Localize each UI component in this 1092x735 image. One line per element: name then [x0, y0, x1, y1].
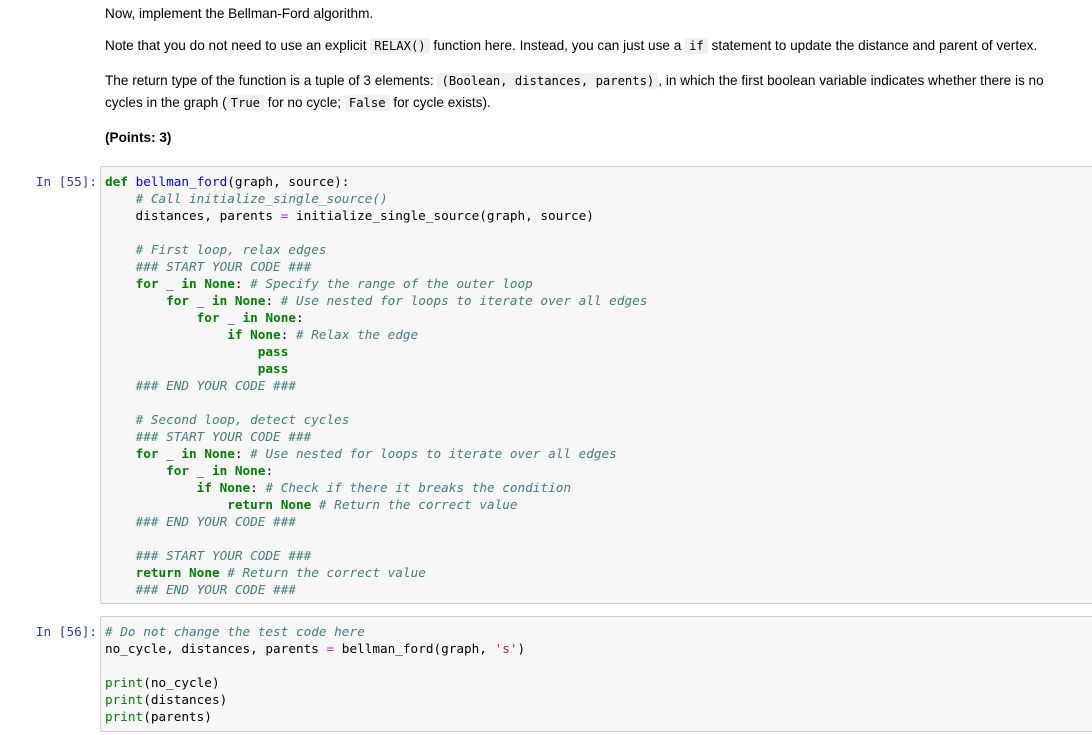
code-editor[interactable]: def bellman_ford(graph, source): # Call …: [101, 167, 1092, 604]
if-code: if: [685, 38, 708, 54]
intro-text: Now, implement the Bellman-Ford algorith…: [105, 6, 374, 21]
true-code: True: [226, 95, 265, 111]
cell-prompt-55: In [55]:: [35, 174, 97, 189]
note-paragraph: Note that you do not need to use an expl…: [105, 35, 1090, 57]
return-text-4: for cycle exists).: [389, 95, 491, 110]
code-cell-55[interactable]: def bellman_ford(graph, source): # Call …: [100, 166, 1092, 604]
markdown-cell: Now, implement the Bellman-Ford algorith…: [105, 3, 1085, 24]
return-text-1: The return type of the function is a tup…: [105, 73, 438, 88]
return-text-3: for no cycle;: [264, 95, 345, 110]
code-editor[interactable]: # Do not change the test code here no_cy…: [101, 617, 1092, 731]
note-text-3: statement to update the distance and par…: [707, 38, 1038, 53]
tuple-code: (Boolean, distances, parents): [437, 73, 659, 89]
note-text-1: Note that you do not need to use an expl…: [105, 38, 371, 53]
cell-prompt-56: In [56]:: [35, 624, 97, 639]
return-paragraph: The return type of the function is a tup…: [105, 70, 1085, 114]
false-code: False: [344, 95, 390, 111]
points-label: (Points: 3): [105, 130, 172, 145]
code-cell-56[interactable]: # Do not change the test code here no_cy…: [100, 616, 1092, 732]
relax-code: RELAX(): [370, 38, 430, 54]
note-text-2: function here. Instead, you can just use…: [429, 38, 686, 53]
